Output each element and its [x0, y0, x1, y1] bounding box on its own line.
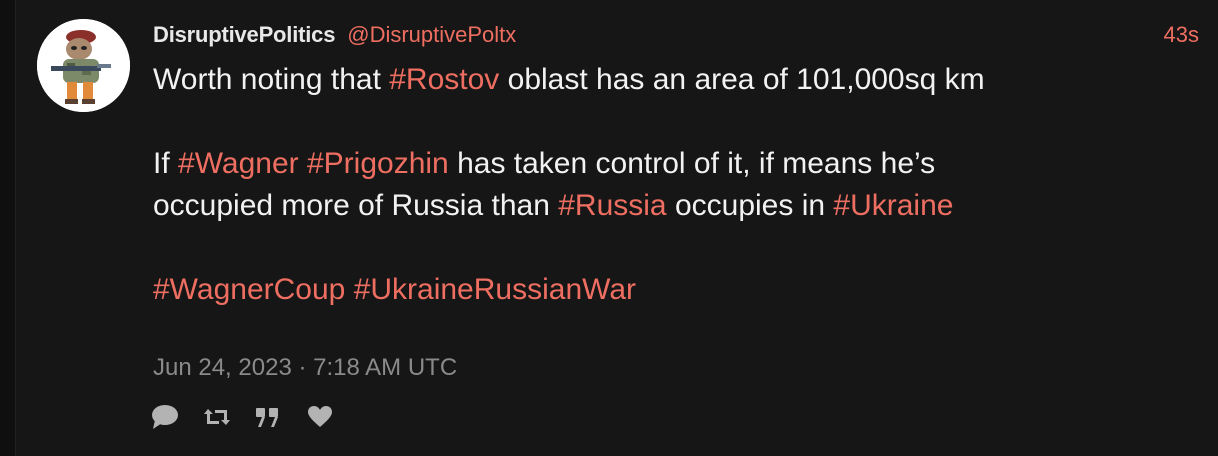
heart-icon [308, 406, 332, 427]
tweet-actions [151, 402, 359, 432]
like-button[interactable] [307, 402, 359, 432]
content-text: has taken control of it, if means he’s [448, 147, 936, 180]
content-text: Worth noting that [153, 63, 390, 96]
avatar[interactable] [37, 19, 130, 112]
content-text: occupied more of Russia than [153, 189, 559, 222]
content-text [299, 147, 307, 180]
tweet-card: DisruptivePolitics @DisruptivePoltx 43s … [15, 0, 1218, 456]
tweet-content: Worth noting that #Rostov oblast has an … [153, 59, 1193, 311]
content-text: If [153, 147, 179, 180]
author-handle[interactable]: @DisruptivePoltx [347, 22, 516, 48]
author-fullname[interactable]: DisruptivePolitics [153, 22, 335, 48]
hashtag-link[interactable]: #Ukraine [833, 189, 953, 222]
reply-button[interactable] [151, 402, 203, 432]
retweet-icon [204, 409, 230, 425]
quote-icon [256, 408, 278, 427]
content-line: Worth noting that #Rostov oblast has an … [153, 59, 1193, 101]
hashtag-link[interactable]: #WagnerCoup [153, 273, 345, 306]
content-line: If #Wagner #Prigozhin has taken control … [153, 143, 1193, 185]
tweet-date[interactable]: Jun 24, 2023 · 7:18 AM UTC [153, 354, 457, 382]
hashtag-link[interactable]: #UkraineRussianWar [354, 273, 636, 306]
hashtag-link[interactable]: #Prigozhin [307, 147, 449, 180]
content-line: occupied more of Russia than #Russia occ… [153, 185, 1193, 227]
comment-icon [152, 405, 178, 429]
hashtag-link[interactable]: #Rostov [389, 63, 499, 96]
content-text [345, 273, 353, 306]
tweet-header: DisruptivePolitics @DisruptivePoltx 43s [153, 21, 1199, 49]
hashtag-link[interactable]: #Russia [558, 189, 666, 222]
tweet-time-ago[interactable]: 43s [1164, 22, 1199, 48]
quote-button[interactable] [255, 402, 307, 432]
content-line: #WagnerCoup #UkraineRussianWar [153, 269, 1193, 311]
avatar-image [37, 19, 130, 112]
content-text: occupies in [666, 189, 834, 222]
retweet-button[interactable] [203, 402, 255, 432]
hashtag-link[interactable]: #Wagner [178, 147, 299, 180]
content-text: oblast has an area of 101,000sq km [499, 63, 985, 96]
